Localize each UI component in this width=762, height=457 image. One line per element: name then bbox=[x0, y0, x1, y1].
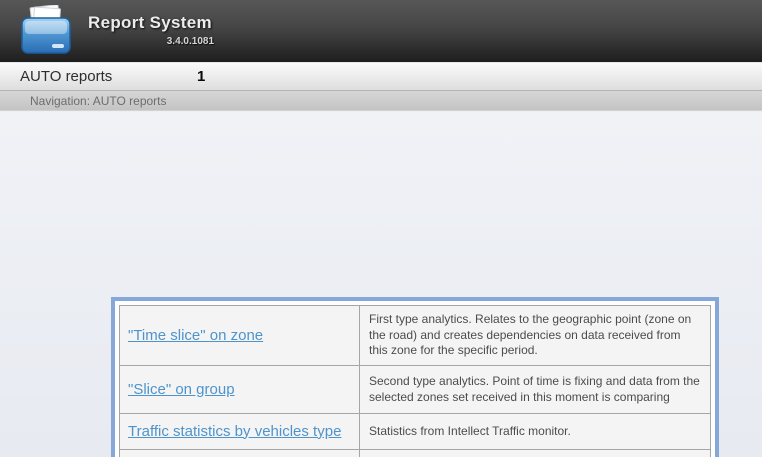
report-description: First type analytics. Relates to the geo… bbox=[360, 306, 711, 366]
table-row: "Time slice" on zone First type analytic… bbox=[120, 306, 711, 366]
title-block: Report System 3.4.0.1081 bbox=[88, 13, 214, 47]
reports-table-container: "Time slice" on zone First type analytic… bbox=[111, 297, 719, 457]
main-content: "Time slice" on zone First type analytic… bbox=[0, 112, 762, 457]
reports-table: "Time slice" on zone First type analytic… bbox=[119, 305, 711, 457]
report-link-time-slice-on-zone[interactable]: "Time slice" on zone bbox=[128, 327, 263, 344]
report-description: Second type analytics. Point of time is … bbox=[360, 366, 711, 414]
app-header: Report System 3.4.0.1081 bbox=[0, 0, 762, 62]
breadcrumb-bar: Navigation: AUTO reports bbox=[0, 91, 762, 111]
table-row: Traffic statistics by vehicles groups St… bbox=[120, 450, 711, 457]
table-row: "Slice" on group Second type analytics. … bbox=[120, 366, 711, 414]
menu-bar: AUTO reports 1 bbox=[0, 62, 762, 91]
report-system-logo-icon bbox=[18, 5, 74, 57]
menu-item-auto-reports[interactable]: AUTO reports bbox=[0, 68, 112, 85]
app-version: 3.4.0.1081 bbox=[88, 36, 214, 47]
report-description: Statistics from Intellect Traffic monito… bbox=[360, 414, 711, 450]
report-description: Statistics from Intellect Traffic monito… bbox=[360, 450, 711, 457]
report-link-traffic-statistics-by-vehicles-type[interactable]: Traffic statistics by vehicles type bbox=[128, 423, 341, 440]
annotation-marker-1: 1 bbox=[197, 68, 205, 85]
report-link-slice-on-group[interactable]: "Slice" on group bbox=[128, 381, 235, 398]
breadcrumb: Navigation: AUTO reports bbox=[30, 94, 167, 108]
app-title: Report System bbox=[88, 13, 214, 33]
table-row: Traffic statistics by vehicles type Stat… bbox=[120, 414, 711, 450]
